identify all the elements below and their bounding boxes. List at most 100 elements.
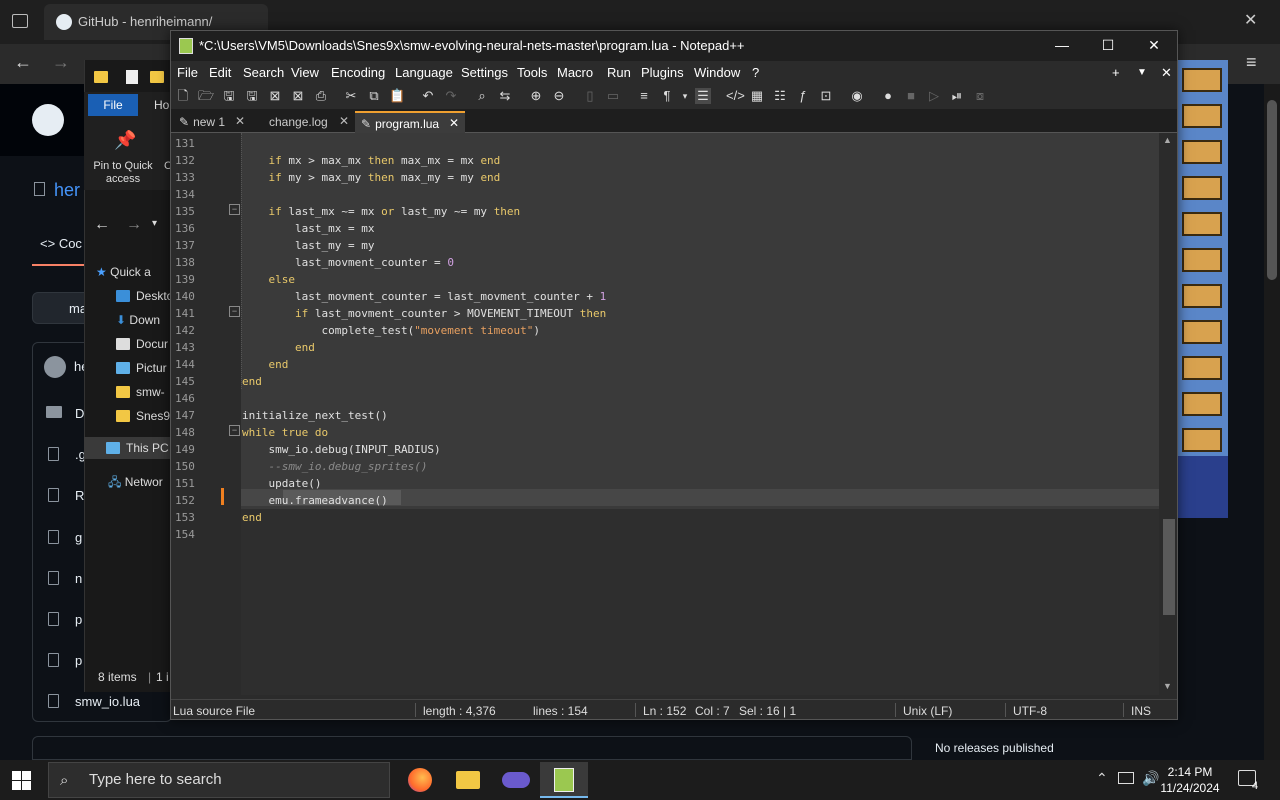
code-line[interactable]: end: [242, 375, 262, 388]
folder-workspace-icon[interactable]: ⊡: [818, 88, 834, 104]
windows-start-icon[interactable]: [10, 770, 32, 790]
browser-scrollbar-thumb[interactable]: [1267, 100, 1277, 280]
document-list-icon[interactable]: ☷: [772, 88, 788, 104]
monitoring-icon[interactable]: ◉: [849, 88, 865, 104]
pin-quick-access-label[interactable]: Pin to Quick access: [88, 160, 158, 186]
menu-macro[interactable]: Macro: [557, 65, 593, 80]
code-line[interactable]: if my > max_my then max_my = my end: [242, 171, 501, 184]
run-macro-multiple-icon[interactable]: ⏯: [949, 88, 965, 104]
menu-edit[interactable]: Edit: [209, 65, 231, 80]
new-file-icon[interactable]: 🗋: [175, 88, 191, 104]
menu-language[interactable]: Language: [395, 65, 453, 80]
code-editor[interactable]: 131 132 133 134 135 136 137 138 139 140 …: [171, 133, 1177, 695]
close-icon[interactable]: ✕: [1131, 31, 1177, 61]
cut-icon[interactable]: ✂: [343, 88, 359, 104]
code-tab[interactable]: <> Coc: [40, 236, 82, 251]
save-all-icon[interactable]: 🖫: [244, 88, 260, 104]
new-tab-plus-icon[interactable]: +: [1112, 65, 1120, 80]
tray-clock[interactable]: 2:14 PM 11/24/2024: [1150, 764, 1230, 796]
back-arrow-icon[interactable]: ←: [14, 52, 32, 73]
explorer-home-tab[interactable]: Ho: [154, 98, 169, 112]
taskbar-snes9x[interactable]: [492, 762, 540, 798]
explorer-back-icon[interactable]: ←: [94, 216, 110, 234]
sync-vertical-icon[interactable]: ▯: [582, 88, 598, 104]
nav-quick-access[interactable]: ★ Quick a: [96, 265, 176, 279]
play-macro-icon[interactable]: ▷: [926, 88, 942, 104]
code-line[interactable]: if last_movment_counter > MOVEMENT_TIMEO…: [242, 307, 606, 320]
document-map-icon[interactable]: ▦: [749, 88, 765, 104]
minimize-icon[interactable]: —: [1039, 31, 1085, 61]
chars-dropdown-icon[interactable]: ▾: [677, 88, 693, 104]
print-icon[interactable]: ⎙: [313, 88, 329, 104]
code-line[interactable]: smw_io.debug(INPUT_RADIUS): [242, 443, 440, 456]
menu-run[interactable]: Run: [607, 65, 631, 80]
tab-list-icon[interactable]: [12, 14, 28, 28]
save-macro-icon[interactable]: ⧇: [972, 88, 988, 104]
explorer-recent-icon[interactable]: ▾: [152, 218, 157, 229]
show-all-chars-icon[interactable]: ¶: [659, 88, 675, 104]
taskbar-notepad-plus-plus[interactable]: [540, 762, 588, 798]
file-row-d[interactable]: D: [75, 406, 84, 421]
code-line[interactable]: update(): [242, 477, 321, 490]
forward-arrow-icon[interactable]: →: [52, 52, 70, 73]
taskbar-firefox[interactable]: [396, 762, 444, 798]
close-file-icon[interactable]: ⊠: [267, 88, 283, 104]
maximize-icon[interactable]: ☐: [1085, 31, 1131, 61]
properties-icon[interactable]: [126, 70, 138, 84]
network-tray-icon[interactable]: [1118, 772, 1134, 784]
paste-icon[interactable]: 📋: [389, 88, 405, 104]
file-row-6[interactable]: p: [75, 653, 82, 668]
tray-chevron-up-icon[interactable]: ⌃: [1096, 770, 1108, 787]
menu-settings[interactable]: Settings: [461, 65, 508, 80]
lang-xml-icon[interactable]: </>: [726, 88, 745, 104]
close-doc-icon[interactable]: ✕: [1161, 65, 1172, 81]
code-line[interactable]: last_mx = mx: [242, 222, 374, 235]
tab-new-1[interactable]: ✎ new 1 ✕: [173, 111, 249, 133]
menu-icon[interactable]: ≡: [1246, 52, 1257, 73]
tab-list-dropdown-icon[interactable]: ▼: [1137, 67, 1147, 78]
save-icon[interactable]: 🖫: [221, 88, 237, 104]
pin-icon[interactable]: 📌: [114, 130, 136, 151]
explorer-file-tab[interactable]: File: [88, 94, 138, 116]
menu-window[interactable]: Window: [694, 65, 740, 80]
taskbar-file-explorer[interactable]: [444, 762, 492, 798]
zoom-out-icon[interactable]: ⊖: [551, 88, 567, 104]
undo-icon[interactable]: ↶: [420, 88, 436, 104]
replace-icon[interactable]: ⇆: [497, 88, 513, 104]
browser-close-icon[interactable]: ✕: [1244, 10, 1257, 30]
github-logo-icon[interactable]: [32, 104, 64, 136]
tab-close-icon[interactable]: ✕: [339, 114, 349, 128]
menu-file[interactable]: File: [177, 65, 198, 80]
file-row-2[interactable]: R: [75, 488, 84, 503]
tab-close-icon[interactable]: ✕: [235, 114, 245, 128]
scroll-up-icon[interactable]: ▲: [1163, 135, 1172, 145]
menu-tools[interactable]: Tools: [517, 65, 547, 80]
code-line[interactable]: if last_mx ~= mx or last_my ~= my then: [242, 205, 521, 218]
code-line[interactable]: complete_test("movement timeout"): [242, 324, 540, 337]
scroll-down-icon[interactable]: ▼: [1163, 681, 1172, 691]
record-macro-icon[interactable]: ●: [880, 88, 896, 104]
fold-toggle-icon[interactable]: −: [229, 204, 240, 215]
fold-toggle-icon[interactable]: −: [229, 306, 240, 317]
code-line[interactable]: while true do: [242, 426, 328, 439]
open-file-icon[interactable]: 🗁: [198, 88, 214, 104]
code-line[interactable]: emu.frameadvance(): [242, 494, 387, 507]
copy-icon[interactable]: ⧉: [366, 88, 382, 104]
menu-search[interactable]: Search: [243, 65, 284, 80]
indent-guide-icon[interactable]: ☰: [695, 88, 711, 104]
close-all-icon[interactable]: ⊠: [290, 88, 306, 104]
new-folder-icon[interactable]: [150, 71, 164, 83]
tab-program-lua[interactable]: ✎ program.lua ✕: [355, 111, 465, 133]
explorer-forward-icon[interactable]: →: [126, 216, 142, 234]
taskbar-search-input[interactable]: Type here to search: [48, 762, 390, 798]
code-line[interactable]: initialize_next_test(): [242, 409, 388, 422]
code-line[interactable]: end: [242, 358, 289, 371]
code-line[interactable]: if mx > max_mx then max_mx = mx end: [242, 154, 501, 167]
code-line[interactable]: end: [242, 511, 262, 524]
file-row-5[interactable]: p: [75, 612, 82, 627]
function-list-icon[interactable]: ƒ: [795, 88, 811, 104]
npp-titlebar[interactable]: *C:\Users\VM5\Downloads\Snes9x\smw-evolv…: [171, 31, 1177, 61]
editor-scrollbar-thumb[interactable]: [1163, 519, 1175, 615]
stop-macro-icon[interactable]: ■: [903, 88, 919, 104]
code-line[interactable]: last_my = my: [242, 239, 374, 252]
